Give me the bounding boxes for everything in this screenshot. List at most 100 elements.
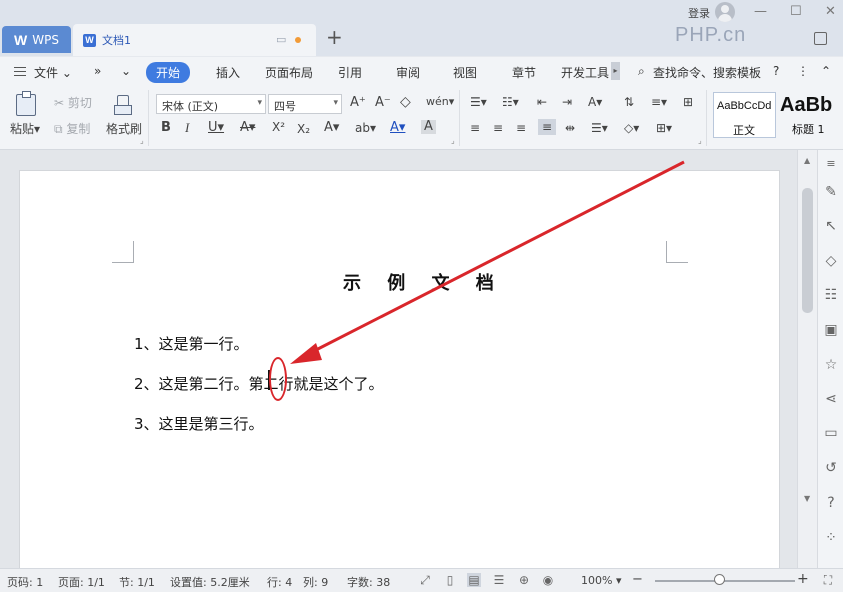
close-icon[interactable]: ✕ <box>825 4 836 19</box>
document-line-1[interactable]: 1、这是第一行。 <box>134 333 249 354</box>
increase-indent-icon[interactable]: ⇥ <box>562 95 572 109</box>
subscript-icon[interactable]: X₂ <box>297 122 310 136</box>
fullscreen-icon[interactable]: ⤢ <box>418 573 432 587</box>
tab-review[interactable]: 审阅 <box>396 64 420 81</box>
strikethrough-icon[interactable]: A▾ <box>240 121 255 135</box>
status-word-count[interactable]: 字数: 38 <box>347 574 390 590</box>
document-title[interactable]: 示 例 文 档 <box>343 269 504 295</box>
history-icon[interactable]: ↺ <box>823 460 839 476</box>
scroll-down-icon[interactable]: ▼ <box>804 494 810 503</box>
format-painter-icon[interactable] <box>114 95 132 115</box>
scroll-up-icon[interactable]: ▲ <box>804 156 810 165</box>
align-center-icon[interactable]: ≡ <box>493 121 503 135</box>
fit-screen-icon[interactable]: ⛶ <box>821 573 835 587</box>
archive-icon[interactable]: ▭ <box>823 425 839 441</box>
panel-menu-icon[interactable]: ≡ <box>823 156 839 172</box>
outline-view-icon[interactable]: ☰ <box>492 573 506 587</box>
line-spacing-icon[interactable]: ≡▾ <box>651 95 667 109</box>
font-name-select[interactable]: 宋体 (正文) ▾ <box>156 94 266 114</box>
maximize-icon[interactable]: ☐ <box>790 4 802 19</box>
pointer-icon[interactable]: ↖ <box>823 218 839 234</box>
bold-button[interactable]: B <box>161 121 171 135</box>
help-icon[interactable]: ? <box>773 64 779 78</box>
collapse-ribbon-icon[interactable]: ⌃ <box>821 64 831 78</box>
cut-button[interactable]: ✂ 剪切 <box>54 96 92 110</box>
underline-button[interactable]: U▾ <box>208 121 224 135</box>
text-direction-icon[interactable]: A▾ <box>588 95 602 109</box>
monitor-icon[interactable]: ▭ <box>276 33 286 46</box>
share-icon[interactable]: ⋖ <box>823 391 839 407</box>
status-column[interactable]: 列: 9 <box>303 574 328 590</box>
zoom-slider[interactable] <box>655 580 795 582</box>
font-color-icon[interactable]: A▾ <box>390 121 405 135</box>
distribute-icon[interactable]: ⇹ <box>565 121 575 135</box>
tab-view[interactable]: 视图 <box>453 64 477 81</box>
web-view-icon[interactable]: ⊕ <box>517 573 531 587</box>
dialog-launcher-icon[interactable]: ⌟ <box>140 134 144 148</box>
tab-developer[interactable]: 开发工具 <box>561 64 609 81</box>
bullet-list-icon[interactable]: ☰▾ <box>470 95 487 109</box>
zoom-in-button[interactable]: + <box>797 571 809 587</box>
copy-button[interactable]: ⧉ 复制 <box>54 122 90 136</box>
minimize-icon[interactable]: — <box>754 4 767 19</box>
pinyin-icon[interactable]: wén▾ <box>426 95 454 109</box>
search-icon[interactable]: ⌕ <box>638 64 645 79</box>
dialog-launcher-icon[interactable]: ⌟ <box>451 134 455 148</box>
document-tab[interactable]: W 文档1 ▭ <box>73 24 316 56</box>
zoom-out-button[interactable]: − <box>632 572 643 587</box>
borders-icon[interactable]: ⊞▾ <box>656 121 672 135</box>
hamburger-icon[interactable] <box>14 67 26 76</box>
document-line-2[interactable]: 2、这是第二行。第二行就是这个了。 <box>134 373 384 394</box>
zoom-level[interactable]: 100% ▾ <box>581 574 621 587</box>
paste-button[interactable]: 粘贴▾ <box>10 122 40 136</box>
status-setting[interactable]: 设置值: 5.2厘米 <box>170 574 250 590</box>
document-line-3[interactable]: 3、这里是第三行。 <box>134 413 264 434</box>
more-icon[interactable]: ⋮ <box>797 64 809 78</box>
status-section[interactable]: 节: 1/1 <box>119 574 155 590</box>
chevrons-right-icon[interactable]: » <box>94 64 101 78</box>
wps-home-tab[interactable]: W WPS <box>2 26 71 53</box>
numbered-list-icon[interactable]: ☷▾ <box>502 95 519 109</box>
highlight-icon[interactable]: ab▾ <box>355 121 376 135</box>
document-page[interactable]: 示 例 文 档 1、这是第一行。 2、这是第二行。第二行就是这个了。 3、这里是… <box>19 170 780 568</box>
shrink-font-icon[interactable]: A⁻ <box>375 96 391 110</box>
command-search[interactable]: 查找命令、搜索模板 <box>653 64 761 81</box>
eraser-icon[interactable]: ◇ <box>400 95 411 109</box>
paragraph-spacing-icon[interactable]: ☰▾ <box>591 121 608 135</box>
status-page-number[interactable]: 页码: 1 <box>7 574 43 590</box>
format-painter-button[interactable]: 格式刷 <box>106 122 142 136</box>
star-icon[interactable]: ☆ <box>823 357 839 373</box>
italic-button[interactable]: I <box>185 121 189 135</box>
paste-icon[interactable] <box>16 91 36 116</box>
decrease-indent-icon[interactable]: ⇤ <box>537 95 547 109</box>
image-icon[interactable]: ▣ <box>823 322 839 338</box>
pen-icon[interactable]: ✎ <box>823 184 839 200</box>
table-icon[interactable]: ⊞ <box>683 95 693 109</box>
text-effect-icon[interactable]: A▾ <box>324 121 339 135</box>
font-size-select[interactable]: 四号 ▾ <box>268 94 342 114</box>
sort-icon[interactable]: ⇅ <box>624 95 634 109</box>
scroll-thumb[interactable] <box>802 188 813 313</box>
vertical-scrollbar[interactable]: ▲ ▼ <box>797 150 817 568</box>
tab-chapter[interactable]: 章节 <box>512 64 536 81</box>
more-tabs-icon[interactable]: ▸ <box>611 62 620 80</box>
status-pages[interactable]: 页面: 1/1 <box>58 574 105 590</box>
menu-file[interactable]: 文件 ⌄ <box>34 64 72 81</box>
chevron-down-icon[interactable]: ⌄ <box>121 64 131 78</box>
zoom-slider-knob[interactable] <box>714 574 725 585</box>
tab-home[interactable]: 开始 <box>146 62 191 83</box>
align-right-icon[interactable]: ≡ <box>516 121 526 135</box>
document-canvas[interactable]: 示 例 文 档 1、这是第一行。 2、这是第二行。第二行就是这个了。 3、这里是… <box>0 150 797 568</box>
tab-insert[interactable]: 插入 <box>216 64 240 81</box>
eye-protection-icon[interactable]: ◉ <box>541 573 555 587</box>
page-view-icon[interactable]: ▤ <box>467 573 481 587</box>
login-link[interactable]: 登录 <box>688 5 710 21</box>
status-row[interactable]: 行: 4 <box>267 574 292 590</box>
shading-icon[interactable]: ◇▾ <box>624 121 639 135</box>
new-tab-button[interactable]: + <box>326 27 343 47</box>
help-circle-icon[interactable]: ? <box>823 495 839 511</box>
avatar[interactable] <box>715 2 735 22</box>
adjust-icon[interactable]: ☷ <box>823 287 839 303</box>
apps-icon[interactable]: ⁘ <box>823 530 839 546</box>
dialog-launcher-icon[interactable]: ⌟ <box>698 134 702 148</box>
